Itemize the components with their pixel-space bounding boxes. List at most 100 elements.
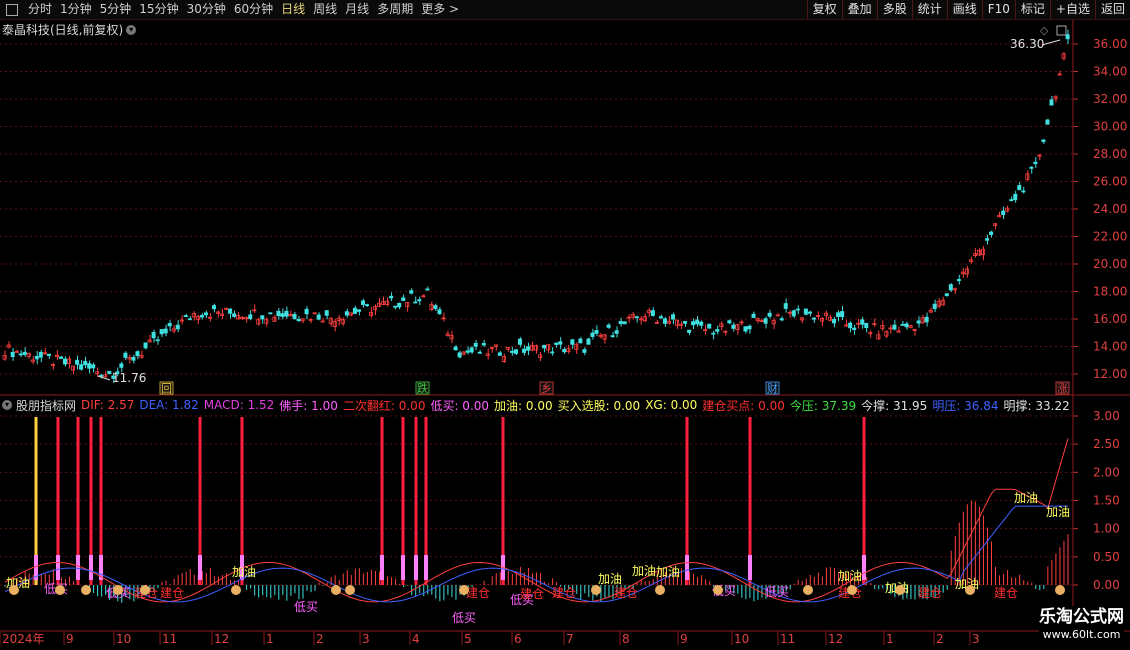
time-label: 6 <box>514 632 522 646</box>
stock-title[interactable]: 泰晶科技(日线,前复权) ▾ <box>2 21 137 38</box>
price-tick: 34.00 <box>1093 65 1127 79</box>
signal-label: 建仓 <box>994 586 1018 600</box>
signal-label: 加油 <box>232 565 256 579</box>
hand-signal-icon <box>459 585 469 595</box>
period-toolbar: 分时 1分钟 5分钟 15分钟 30分钟 60分钟 日线 周线 月线 多周期 更多 > 复权 叠加 多股… <box>0 0 1130 20</box>
hand-signal-icon <box>1055 585 1065 595</box>
indicator-name[interactable]: 股朋指标网 <box>16 397 76 414</box>
signal-label: 加油 <box>955 577 979 591</box>
price-tick: 36.00 <box>1093 37 1127 51</box>
hand-signal-icon <box>591 585 601 595</box>
event-marker: 乡 <box>541 382 552 395</box>
period-8[interactable]: 月线 <box>341 0 373 19</box>
indicator-tick: 3.00 <box>1093 409 1120 423</box>
signal-label: 加油 <box>1014 491 1038 505</box>
time-label: 10 <box>734 632 749 646</box>
toolbar-buttons: 复权 叠加 多股 统计 画线 F10 标记 +自选 返回 <box>806 0 1130 19</box>
signal-label: 加油 <box>838 569 862 583</box>
indicator-value-10: 今压: 37.39 <box>789 398 857 413</box>
event-marker-box <box>539 381 554 395</box>
grid-lines <box>0 20 1130 632</box>
hand-signal-icon <box>713 585 723 595</box>
event-markers: 回跌乡财涨 <box>159 381 1070 395</box>
window-square-icon[interactable] <box>6 3 18 16</box>
time-label: 7 <box>566 632 574 646</box>
time-label: 3 <box>362 632 370 646</box>
main-chart[interactable]: 36.0034.0032.0030.0028.0026.0024.0022.00… <box>0 0 1130 650</box>
indicator-value-1: DEA: 1.82 <box>139 398 199 412</box>
toolbar-button-6[interactable]: 标记 <box>1014 0 1050 19</box>
chevron-down-icon[interactable]: ▾ <box>126 24 137 35</box>
time-label: 11 <box>780 632 795 646</box>
time-label: 12 <box>214 632 229 646</box>
period-10[interactable]: 更多 > <box>417 0 463 19</box>
indicator-value-3: 佛手: 1.00 <box>279 398 338 413</box>
dif-line <box>4 438 1069 603</box>
period-1[interactable]: 1分钟 <box>56 0 96 19</box>
time-label: 8 <box>622 632 630 646</box>
period-5[interactable]: 60分钟 <box>230 0 277 19</box>
signal-label: 低买 <box>712 584 736 598</box>
period-9[interactable]: 多周期 <box>373 0 417 19</box>
toolbar-button-2[interactable]: 多股 <box>876 0 912 19</box>
low-price-label: 11.76 <box>112 371 146 385</box>
signal-label: 建仓 <box>838 586 862 600</box>
signal-label: 低买 <box>452 611 476 625</box>
indicator-value-13: 明撑: 33.22 <box>1003 398 1070 413</box>
event-marker: 财 <box>767 381 778 395</box>
toolbar-button-3[interactable]: 统计 <box>911 0 947 19</box>
indicator-value-9: 建仓买点: 0.00 <box>702 398 785 413</box>
time-axis: 2024年 9 10 11 12 1 2 3 4 5 6 7 8 9 10 11 12 1 2 3 <box>0 631 980 646</box>
toolbar-button-8[interactable]: 返回 <box>1094 0 1130 19</box>
event-marker-box <box>415 381 430 395</box>
time-label: 1 <box>886 632 894 646</box>
toolbar-button-4[interactable]: 画线 <box>946 0 982 19</box>
period-6[interactable]: 日线 <box>277 0 309 19</box>
period-4[interactable]: 30分钟 <box>183 0 230 19</box>
event-marker-box <box>1055 381 1070 395</box>
price-tick: 18.00 <box>1093 285 1127 299</box>
period-2[interactable]: 5分钟 <box>96 0 136 19</box>
indicator-tick: 1.00 <box>1093 522 1120 536</box>
price-annotations: 36.30 11.76 ◇ <box>97 24 1067 385</box>
period-3[interactable]: 15分钟 <box>135 0 182 19</box>
chevron-down-icon[interactable]: ▾ <box>2 400 12 410</box>
price-tick: 14.00 <box>1093 340 1127 354</box>
period-7[interactable]: 周线 <box>309 0 341 19</box>
indicator-value-12: 明压: 36.84 <box>932 398 999 413</box>
signal-label: 建仓 <box>552 586 576 600</box>
signal-label: 低买 <box>294 600 318 614</box>
time-label: 11 <box>162 632 177 646</box>
signal-label: 加油 <box>598 572 622 586</box>
indicator-value-4: 二次翻红: 0.00 <box>342 398 426 413</box>
price-axis: 36.00 34.00 32.00 30.00 28.00 26.00 24.00 22.00… <box>1073 37 1127 381</box>
time-label: 9 <box>680 632 688 646</box>
price-candles <box>2 29 1070 384</box>
indicator-value-7: 买入选股: 0.00 <box>557 398 641 413</box>
toolbar-button-7[interactable]: +自选 <box>1049 0 1095 19</box>
signal-label: 低买 <box>765 585 789 599</box>
indicator-value-8: XG: 0.00 <box>645 398 698 412</box>
time-label: 12 <box>828 632 843 646</box>
hand-signal-icon <box>55 585 65 595</box>
toolbar-button-1[interactable]: 叠加 <box>841 0 877 19</box>
time-label: 2 <box>936 632 944 646</box>
hand-signal-icon <box>140 585 150 595</box>
period-0[interactable]: 分时 <box>24 0 56 19</box>
signal-label: 建仓 <box>520 587 544 601</box>
toolbar-button-5[interactable]: F10 <box>981 0 1015 19</box>
time-label: 2 <box>316 632 324 646</box>
event-marker: 涨 <box>1057 382 1068 395</box>
hand-signal-icon <box>231 585 241 595</box>
indicator-tick: 0.50 <box>1093 550 1120 564</box>
signal-label: 建仓 <box>466 586 490 600</box>
indicator-value-5: 低买: 0.00 <box>430 398 490 413</box>
watermark: 乐淘公式网 www.60lt.com <box>1039 606 1124 642</box>
toolbar-button-0[interactable]: 复权 <box>806 0 842 19</box>
stock-title-text: 泰晶科技(日线,前复权) <box>2 23 124 37</box>
price-tick: 20.00 <box>1093 257 1127 271</box>
price-tick: 32.00 <box>1093 92 1127 106</box>
signal-label: 加油 <box>6 576 30 590</box>
signal-label: 建仓 <box>134 586 158 600</box>
signal-label: 加油 <box>885 581 909 595</box>
